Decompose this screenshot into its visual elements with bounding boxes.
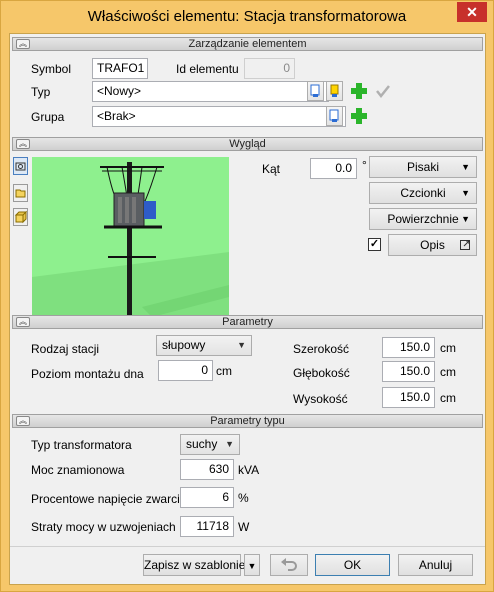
description-button[interactable]: Opis	[388, 234, 477, 256]
folder-icon	[15, 189, 26, 198]
section-header-type-parameters[interactable]: ︽ Parametry typu	[12, 414, 483, 428]
view-folder-button[interactable]	[13, 184, 28, 202]
depth-field[interactable]: 150.0	[382, 361, 435, 382]
chevron-down-icon: ▼	[237, 340, 246, 350]
dropdown-arrow-icon: ▼	[461, 188, 470, 198]
surfaces-label: Powierzchnie	[387, 212, 459, 226]
undo-icon	[281, 558, 297, 571]
dialog-window: Właściwości elementu: Stacja transformat…	[0, 0, 494, 592]
library-icon	[330, 84, 339, 97]
power-loss-field[interactable]: 11718	[180, 516, 234, 537]
short-circuit-voltage-label: Procentowe napięcie zwarcia	[31, 492, 187, 506]
angle-label: Kąt	[262, 162, 281, 176]
title-bar[interactable]: Właściwości elementu: Stacja transformat…	[1, 1, 493, 33]
ok-button[interactable]: OK	[315, 554, 390, 576]
element-preview	[32, 157, 229, 322]
dialog-client: ︽ Zarządzanie elementem Symbol TRAFO1 Id…	[9, 33, 486, 585]
description-checkbox[interactable]: ✓	[368, 238, 381, 251]
width-field[interactable]: 150.0	[382, 337, 435, 358]
save-template-dropdown[interactable]: ▼	[244, 554, 260, 576]
cancel-button[interactable]: Anuluj	[398, 554, 473, 576]
pens-label: Pisaki	[406, 160, 439, 174]
close-button[interactable]: ✕	[457, 2, 487, 22]
type-library-button[interactable]	[326, 81, 343, 101]
type-label: Typ	[31, 85, 51, 99]
width-unit: cm	[440, 341, 456, 355]
mount-level-unit: cm	[216, 364, 232, 378]
mount-level-label: Poziom montażu dna	[31, 367, 144, 381]
rated-power-label: Moc znamionowa	[31, 463, 125, 477]
section-title: Parametry	[222, 316, 273, 328]
view-3d-button[interactable]	[13, 157, 28, 175]
height-field[interactable]: 150.0	[382, 387, 435, 408]
station-type-select[interactable]: słupowy ▼	[156, 335, 252, 356]
section-header-appearance[interactable]: ︽ Wygląd	[12, 137, 483, 151]
collapse-chevron-icon[interactable]: ︽	[16, 39, 30, 49]
transformer-preview-image	[32, 162, 229, 322]
short-circuit-voltage-unit: %	[238, 491, 249, 505]
station-type-label: Rodzaj stacji	[31, 342, 100, 356]
description-label: Opis	[420, 238, 445, 252]
short-circuit-voltage-field[interactable]: 6	[180, 487, 234, 508]
dropdown-arrow-icon: ▼	[461, 214, 470, 224]
type-field[interactable]: <Nowy>	[92, 81, 329, 102]
fonts-label: Czcionki	[400, 186, 446, 200]
section-header-management[interactable]: ︽ Zarządzanie elementem	[12, 37, 483, 51]
type-confirm-button	[373, 81, 393, 101]
collapse-chevron-icon[interactable]: ︽	[16, 416, 30, 426]
collapse-chevron-icon[interactable]: ︽	[16, 139, 30, 149]
symbol-field[interactable]: TRAFO1	[92, 58, 148, 79]
element-id-field: 0	[244, 58, 295, 79]
group-browse-button[interactable]	[326, 106, 343, 126]
save-template-button[interactable]: Zapisz w szablonie	[143, 554, 245, 576]
width-label: Szerokość	[293, 342, 350, 356]
checkmark-icon	[376, 85, 390, 99]
document-icon	[329, 109, 339, 122]
depth-label: Głębokość	[293, 366, 350, 380]
group-add-button[interactable]	[349, 106, 369, 126]
element-id-label: Id elementu	[176, 62, 239, 76]
section-header-parameters[interactable]: ︽ Parametry	[12, 315, 483, 329]
transformer-type-select[interactable]: suchy ▼	[180, 434, 240, 455]
box-icon	[14, 210, 28, 224]
angle-field[interactable]: 0.0	[310, 158, 357, 179]
document-icon	[310, 84, 320, 97]
height-unit: cm	[440, 391, 456, 405]
section-title: Parametry typu	[210, 415, 285, 427]
footer-divider	[10, 546, 485, 547]
open-window-icon	[460, 240, 470, 250]
collapse-chevron-icon[interactable]: ︽	[16, 317, 30, 327]
view-box-button[interactable]	[13, 208, 28, 226]
height-label: Wysokość	[293, 392, 348, 406]
type-add-button[interactable]	[349, 81, 369, 101]
angle-unit: °	[362, 158, 367, 172]
fonts-button[interactable]: Czcionki ▼	[369, 182, 477, 204]
type-browse-button[interactable]	[307, 81, 324, 101]
transformer-type-value: suchy	[186, 437, 218, 451]
depth-unit: cm	[440, 365, 456, 379]
undo-button	[270, 554, 308, 576]
pens-button[interactable]: Pisaki ▼	[369, 156, 477, 178]
transformer-type-label: Typ transformatora	[31, 438, 132, 452]
plus-icon	[351, 108, 367, 124]
group-field[interactable]: <Brak>	[92, 106, 346, 127]
station-type-value: słupowy	[162, 338, 206, 352]
group-label: Grupa	[31, 110, 65, 124]
dropdown-arrow-icon: ▼	[247, 561, 257, 571]
mount-level-field[interactable]: 0	[158, 360, 213, 381]
dropdown-arrow-icon: ▼	[461, 162, 470, 172]
surfaces-button[interactable]: Powierzchnie ▼	[369, 208, 477, 230]
plus-icon	[351, 83, 367, 99]
power-loss-unit: W	[238, 520, 250, 534]
camera-icon	[15, 162, 26, 171]
chevron-down-icon: ▼	[225, 439, 234, 449]
section-title: Zarządzanie elementem	[188, 38, 307, 50]
power-loss-label: Straty mocy w uzwojeniach	[31, 520, 176, 534]
rated-power-field[interactable]: 630	[180, 459, 234, 480]
section-title: Wygląd	[229, 138, 266, 150]
rated-power-unit: kVA	[238, 463, 260, 477]
window-title: Właściwości elementu: Stacja transformat…	[87, 8, 407, 25]
symbol-label: Symbol	[31, 62, 72, 76]
